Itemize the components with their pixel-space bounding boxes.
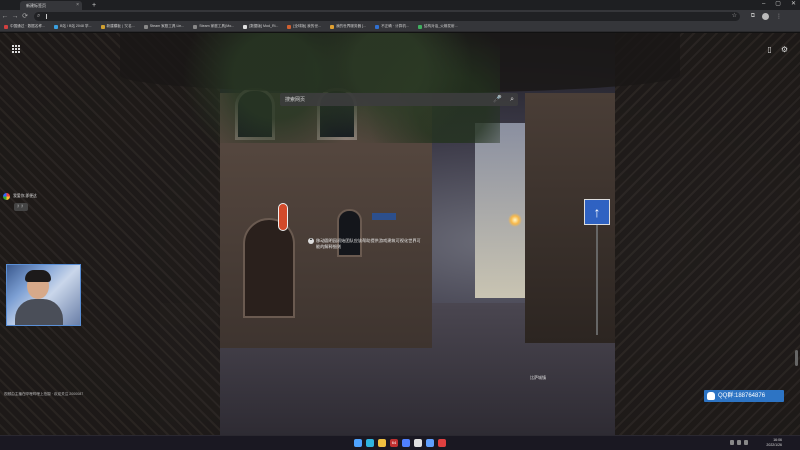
bookmark-favicon-icon (417, 24, 422, 29)
chat-avatar (3, 193, 10, 200)
bookmark-item[interactable]: [全球版] 我的世... (287, 24, 321, 29)
clock-date: 2022/1/26 (766, 443, 782, 447)
daily-quote: ❝ 移动圆明园初始团队应该帮助提供游戏建筑可视化世界可能的解释细则 (308, 238, 421, 250)
bookmark-label: 中国通过 · 数据名称... (10, 24, 45, 28)
top-right-actions: ▯ ⚙ (767, 45, 788, 54)
bookmark-label: [数据版] Mod_Ri... (249, 24, 279, 28)
chat-username: 我爱你,即便这 (13, 194, 37, 198)
bookmark-item[interactable]: 结构对话_火箭发射... (417, 24, 458, 29)
qq-penguin-icon (707, 392, 715, 400)
settings-gear-icon[interactable]: ⚙ (781, 45, 788, 54)
bookmark-favicon-icon (329, 24, 334, 29)
stream-status-text: 视频由主播在哔哩哔哩上拍摄 · 欢迎关注 2000087 (4, 392, 84, 396)
bookmark-label: 新建模板 | '又名... (106, 24, 135, 28)
taskbar-app-red-icon[interactable] (438, 439, 446, 447)
search-icon: ⌕ (37, 12, 41, 19)
taskbar-todo-icon[interactable] (402, 439, 410, 447)
qq-group-label: QQ群:188764876 (718, 393, 766, 399)
wallpaper-sign-pole (596, 225, 598, 335)
bookmark-item[interactable]: 不正确 · 计算机... (375, 24, 409, 29)
bookmark-label: 不正确 · 计算机... (381, 24, 409, 28)
new-tab-button[interactable]: + (92, 1, 96, 10)
tab-close-icon[interactable]: × (76, 1, 79, 10)
wallpaper-street-lamp (508, 213, 522, 227)
bookmark-label: 结构对话_火箭发射... (423, 24, 458, 28)
webcam-body (15, 299, 63, 325)
bookmark-star-icon[interactable]: ☆ (732, 12, 737, 21)
wallpaper-far-house (475, 123, 525, 298)
quote-icon: ❝ (308, 238, 314, 244)
bookmark-favicon-icon (143, 24, 148, 29)
bookmark-label: B站 / B站 2048 学... (59, 24, 92, 28)
photo-credit[interactable]: 比萨城镇 (530, 375, 546, 381)
chat-widget: 我爱你,即便这 (3, 193, 37, 200)
bookmark-item[interactable]: Steam 家庭工具(Mo... (193, 24, 234, 29)
search-input[interactable] (285, 93, 485, 106)
address-bar[interactable]: ⌕ ☆ (34, 11, 740, 21)
bookmark-item[interactable]: Steam 家庭工具 Lin... (143, 24, 185, 29)
bookmarks-bar: 中国通过 · 数据名称... B站 / B站 2048 学... 新建模板 | '又… (0, 22, 800, 32)
bookmark-favicon-icon (375, 24, 380, 29)
bookmark-item[interactable]: [数据版] Mod_Ri... (243, 24, 278, 29)
scrollbar[interactable] (795, 350, 798, 366)
taskbar-app-64-icon[interactable]: 64 (390, 439, 398, 447)
bookmark-favicon-icon (53, 24, 58, 29)
webcam-hair (25, 270, 51, 282)
profile-avatar[interactable] (762, 12, 769, 20)
wallpaper-right-gate (615, 33, 800, 435)
tab-new-tab[interactable]: 新建标签页 × (20, 1, 82, 10)
bookmark-label: 我的世界服务器 [... (335, 24, 367, 28)
webcam-overlay (6, 264, 81, 326)
window-controls: – ▢ ✕ (762, 0, 796, 9)
forward-button[interactable]: → (10, 13, 20, 20)
system-tray (730, 440, 748, 445)
wallpaper-door (243, 218, 295, 318)
extensions-icon[interactable]: ⧉ (751, 13, 755, 20)
menu-icon[interactable]: ⋮ (776, 13, 782, 20)
minimize-button[interactable]: – (762, 0, 765, 9)
bookmark-favicon-icon (4, 24, 8, 29)
bookmark-favicon-icon (100, 24, 105, 29)
bookmark-item[interactable]: 新建模板 | '又名... (100, 24, 135, 29)
search-submit-icon[interactable]: ⌕ (510, 93, 514, 106)
taskbar-clock[interactable]: 16:06 2022/1/26 (766, 438, 782, 448)
bookmark-favicon-icon (243, 24, 248, 29)
bookmark-label: Steam 家庭工具(Mo... (199, 24, 235, 28)
bookmark-favicon-icon (193, 24, 198, 29)
qq-group-badge: QQ群:188764876 (704, 390, 784, 402)
bookmark-label: Steam 家庭工具 Lin... (149, 24, 185, 28)
text-caret (46, 13, 47, 19)
phone-icon[interactable]: ▯ (767, 45, 771, 54)
taskbar-edge-icon[interactable] (366, 439, 374, 447)
back-button[interactable]: ← (0, 13, 10, 20)
bookmark-item[interactable]: B站 / B站 2048 学... (53, 24, 92, 29)
apps-grid-icon[interactable] (12, 45, 20, 53)
quote-text: 移动圆明园初始团队应该帮助提供游戏建筑可视化世界可能的解释细则 (316, 238, 421, 249)
bookmark-favicon-icon (287, 24, 292, 29)
bookmark-item[interactable]: 我的世界服务器 [... (329, 24, 367, 29)
toolbar-actions: ⧉ ⋮ (751, 10, 782, 22)
wallpaper-street-sign (372, 213, 396, 220)
close-window-button[interactable]: ✕ (791, 0, 796, 9)
wallpaper-arrow-sign: ↑ (584, 199, 610, 225)
taskbar-explorer-icon[interactable] (378, 439, 386, 447)
taskbar: 64 16:06 2022/1/26 (0, 435, 800, 450)
wallpaper-leaves (180, 33, 500, 143)
search-box: 🎤 ⌕ (280, 93, 518, 106)
reload-button[interactable]: ⟳ (20, 12, 30, 20)
tab-bar: 新建标签页 × + – ▢ ✕ (0, 0, 800, 10)
chat-message: ？？ (14, 203, 28, 211)
bookmark-item[interactable]: 中国通过 · 数据名称... (4, 24, 45, 29)
new-tab-page: ↑ ▯ ⚙ 🎤 ⌕ ❝ 移动圆明园初始团队应该帮助提供游戏建筑可视化世界可能的解… (0, 33, 800, 435)
wallpaper-no-entry-sign (278, 203, 288, 231)
tab-title: 新建标签页 (26, 3, 46, 8)
maximize-button[interactable]: ▢ (775, 0, 781, 9)
bookmark-label: [全球版] 我的世... (293, 24, 321, 28)
browser-toolbar: ← → ⟳ ⌕ ☆ ⧉ ⋮ (0, 10, 800, 22)
taskbar-app-blue-icon[interactable] (426, 439, 434, 447)
taskbar-chrome-icon[interactable] (414, 439, 422, 447)
taskbar-start-icon[interactable] (354, 439, 362, 447)
bing-icon[interactable]: 🎤 (493, 93, 502, 106)
